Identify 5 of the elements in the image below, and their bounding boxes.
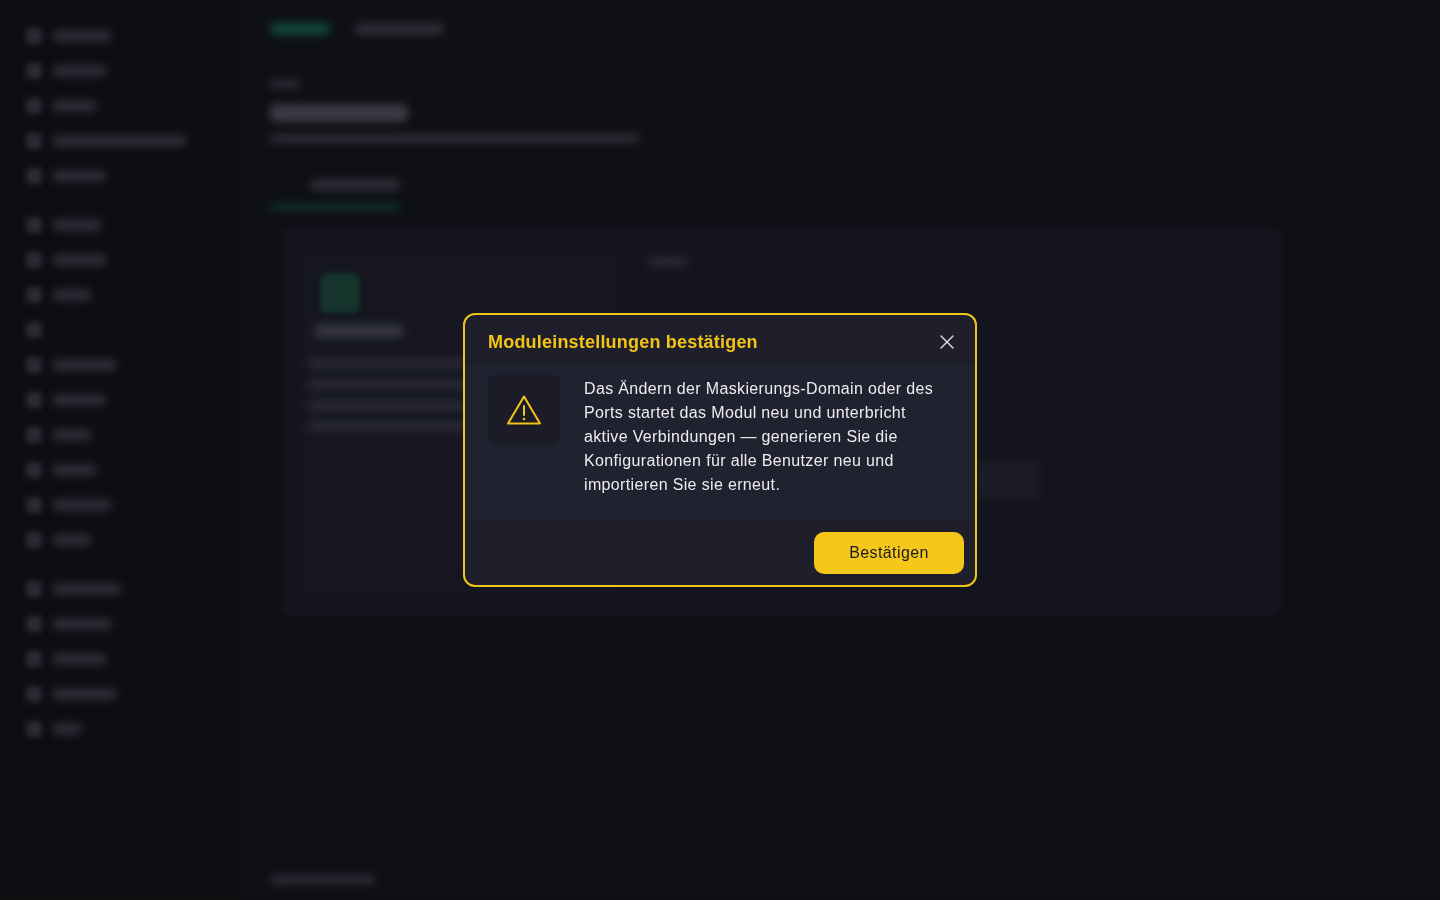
dialog-message: Das Ändern der Maskierungs-Domain oder des Ports startet das Modul neu und unterbricht aktive Verbindungen — generieren Sie die Konfigurationen für alle Benutzer neu und importieren Sie sie erneut. xyxy=(584,379,935,495)
dialog-title: Moduleinstellungen bestätigen xyxy=(488,331,758,354)
close-icon xyxy=(940,335,954,349)
warning-icon xyxy=(488,375,560,445)
confirm-button[interactable]: Bestätigen xyxy=(814,532,964,574)
